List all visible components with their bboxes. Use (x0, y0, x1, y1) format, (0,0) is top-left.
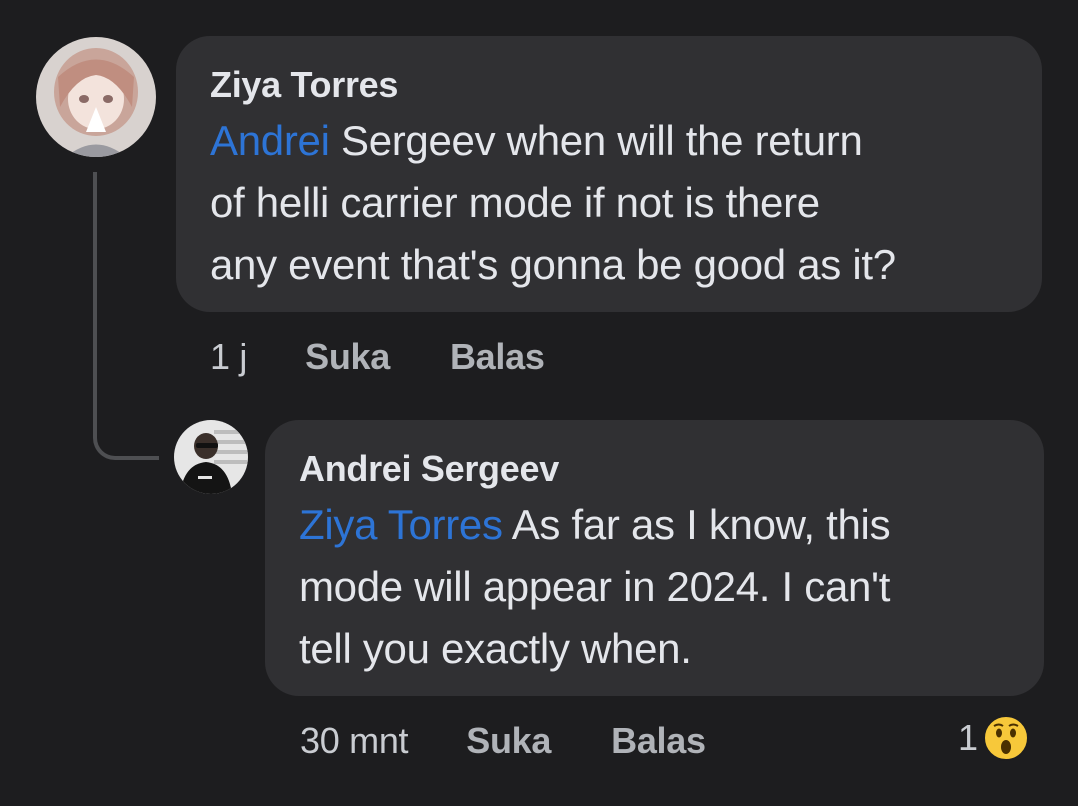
commenter-avatar[interactable] (36, 37, 156, 157)
reply-bubble: Andrei Sergeev Ziya Torres As far as I k… (265, 420, 1044, 696)
reply-text-line-2: mode will appear in 2024. I can't (299, 563, 891, 610)
anime-avatar-icon (36, 37, 156, 157)
replier-avatar[interactable] (174, 420, 248, 494)
comment-actions: 1 j Suka Balas (210, 336, 545, 378)
person-avatar-icon (174, 420, 248, 494)
mention-link[interactable]: Andrei (210, 117, 330, 164)
comment-text: Andrei Sergeev when will the return of h… (210, 110, 1008, 296)
reaction-summary[interactable]: 1 (958, 714, 1030, 762)
reply-text-line-3: tell you exactly when. (299, 625, 692, 672)
reply-actions: 30 mnt Suka Balas (300, 720, 706, 762)
wow-emoji-icon (982, 714, 1030, 762)
reply-button[interactable]: Balas (611, 720, 706, 762)
comment-thread: Ziya Torres Andrei Sergeev when will the… (0, 0, 1078, 806)
reply-text: Ziya Torres As far as I know, this mode … (299, 494, 1010, 680)
comment-text-segment: Sergeev when will the return (329, 117, 863, 164)
comment-text-line-3: any event that's gonna be good as it? (210, 241, 896, 288)
reaction-count: 1 (958, 717, 979, 758)
reply-timestamp[interactable]: 30 mnt (300, 720, 409, 762)
like-button[interactable]: Suka (466, 720, 551, 762)
comment-author-name[interactable]: Ziya Torres (210, 64, 1008, 106)
reply-author-name[interactable]: Andrei Sergeev (299, 448, 1010, 490)
like-button[interactable]: Suka (305, 336, 390, 378)
reply-text-line-1: Ziya Torres As far as I know, this (299, 494, 1010, 556)
mention-link[interactable]: Ziya Torres (299, 501, 503, 548)
reply-text-segment: As far as I know, this (502, 501, 891, 548)
reply-button[interactable]: Balas (450, 336, 545, 378)
comment-bubble: Ziya Torres Andrei Sergeev when will the… (176, 36, 1042, 312)
thread-connector-line (93, 172, 159, 460)
comment-text-line-1: Andrei Sergeev when will the return (210, 110, 1008, 172)
comment-text-line-2: of helli carrier mode if not is there (210, 179, 820, 226)
comment-timestamp[interactable]: 1 j (210, 336, 247, 378)
